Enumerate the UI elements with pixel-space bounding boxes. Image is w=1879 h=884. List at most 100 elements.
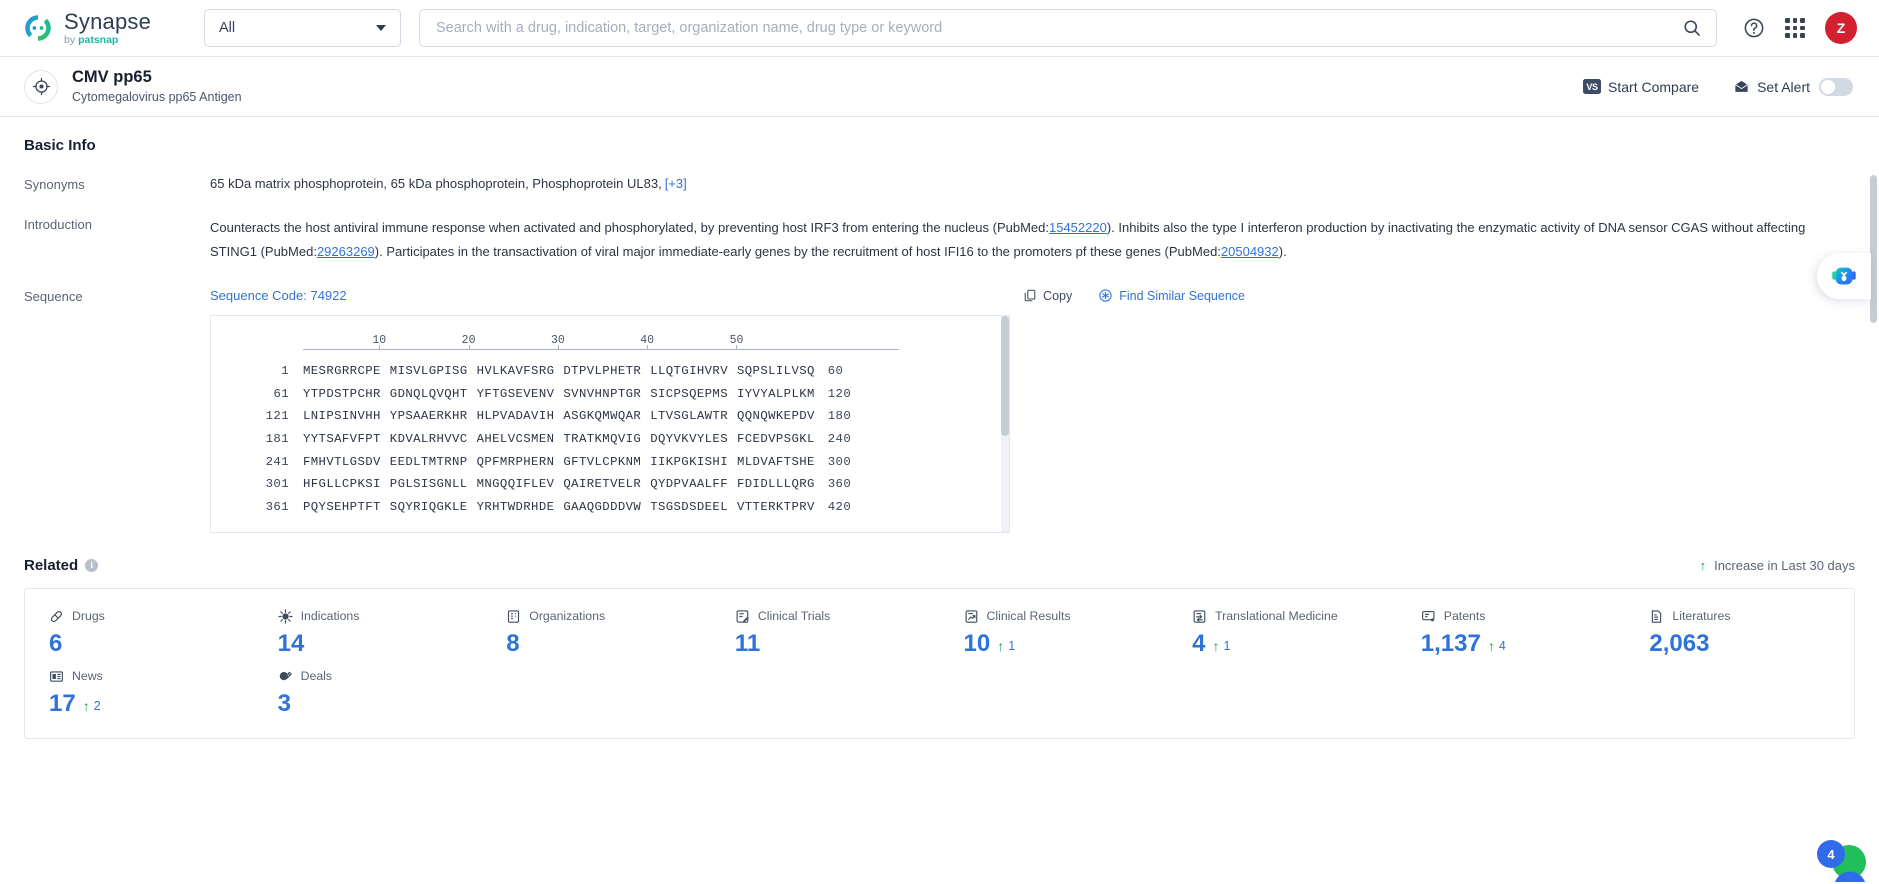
entity-title-group: CMV pp65 Cytomegalovirus pp65 Antigen: [72, 67, 242, 105]
sequence-row-blocks: HFGLLCPKSI PGLSISGNLL MNGQQIFLEV QAIRETVELR…: [303, 477, 815, 491]
sequence-block: MESRGRRCPE: [303, 364, 381, 379]
sequence-viewer[interactable]: 10 20 30 40 50 1 MESRGRRCPE MISVLGPISG HVLKAVFS…: [210, 315, 1010, 533]
sequence-row-start: 301: [265, 477, 289, 492]
up-arrow-icon: ↑: [1212, 638, 1220, 654]
sequence-ruler: 10 20 30 40 50: [303, 316, 899, 350]
sequence-row: 61 YTPDSTPCHR GDNQLQVQHT YFTGSEVENV SVNVHNPT…: [211, 383, 1009, 406]
related-stat-value: 3: [277, 690, 291, 718]
sequence-row-start: 241: [265, 454, 289, 469]
sequence-block: HLPVADAVIH: [476, 409, 555, 424]
related-stat-literatures[interactable]: Literatures 2,063: [1625, 607, 1854, 657]
sequence-row-end: 420: [827, 499, 852, 514]
synonyms-text: 65 kDa matrix phosphoprotein, 65 kDa pho…: [210, 176, 662, 191]
apps-grid-icon[interactable]: [1785, 18, 1805, 38]
set-alert-control[interactable]: Set Alert: [1733, 77, 1853, 96]
introduction-text-fragment: Counteracts the host antiviral immune re…: [210, 220, 1049, 235]
user-avatar[interactable]: Z: [1825, 12, 1857, 44]
basic-info-heading: Basic Info: [24, 137, 96, 154]
sequence-block: PQYSEHPTFT: [303, 499, 381, 514]
brand-logo[interactable]: Synapse by patsnap: [22, 10, 182, 46]
sequence-block: YFTGSEVENV: [476, 386, 555, 401]
sequence-block: TSGSDSDEEL: [650, 499, 728, 514]
related-stat-value-group: 17 ↑ 2: [49, 690, 254, 717]
related-stat-organizations[interactable]: Organizations 8: [482, 607, 711, 657]
sequence-block: FMHVTLGSDV: [303, 454, 381, 469]
sequence-ruler-tick: 40: [640, 334, 655, 347]
up-arrow-icon: ↑: [1487, 638, 1495, 654]
related-stat-indications[interactable]: Indications 14: [254, 607, 483, 657]
set-alert-toggle[interactable]: [1819, 77, 1853, 96]
sequence-row-blocks: YTPDSTPCHR GDNQLQVQHT YFTGSEVENV SVNVHNPTGR…: [303, 387, 815, 401]
pubmed-link[interactable]: 15452220: [1049, 220, 1107, 235]
sequence-block: MNGQQIFLEV: [476, 477, 555, 492]
crosshair-icon: [32, 77, 50, 96]
global-search-box[interactable]: [419, 9, 1717, 47]
sequence-row-blocks: YYTSAFVFPT KDVALRHVVC AHELVCSMEN TRATKMQVIG…: [303, 432, 815, 446]
related-stat-translational-medicine[interactable]: Translational Medicine 4 ↑ 1: [1168, 607, 1397, 657]
search-input[interactable]: [434, 19, 1682, 37]
sequence-block: LTVSGLAWTR: [650, 409, 728, 424]
pubmed-link[interactable]: 20504932: [1221, 244, 1279, 259]
related-stat-header: Literatures: [1649, 607, 1854, 625]
sequence-row-blocks: FMHVTLGSDV EEDLTMTRNP QPFMRPHERN GFTVLCPKNM…: [303, 455, 815, 469]
sequence-block: PGLSISGNLL: [389, 477, 468, 492]
help-icon[interactable]: [1743, 17, 1765, 39]
sequence-row-end: 240: [827, 432, 852, 447]
sequence-ruler-tick: 50: [729, 334, 744, 347]
find-similar-sequence-button[interactable]: Find Similar Sequence: [1098, 288, 1245, 303]
sequence-block: FDIDLLLQRG: [736, 477, 815, 492]
pubmed-link[interactable]: 29263269: [317, 244, 375, 259]
sequence-header: Sequence Code: 74922 Copy Find Similar S…: [210, 288, 1245, 303]
find-similar-label: Find Similar Sequence: [1119, 288, 1245, 303]
related-stat-label: Literatures: [1672, 609, 1731, 623]
sequence-scrollbar[interactable]: [1001, 316, 1009, 532]
target-entity-icon: [24, 69, 58, 104]
start-compare-button[interactable]: VS Start Compare: [1583, 79, 1699, 95]
sequence-block: AHELVCSMEN: [476, 432, 555, 447]
page-content: Basic Info Synonyms 65 kDa matrix phosph…: [0, 117, 1879, 884]
related-stat-header: Translational Medicine: [1192, 607, 1397, 625]
search-icon[interactable]: [1682, 18, 1702, 38]
related-stat-header: News: [49, 667, 254, 685]
ai-assistant-launcher[interactable]: [1817, 253, 1871, 299]
sequence-row: 241 FMHVTLGSDV EEDLTMTRNP QPFMRPHERN GFTVLCP…: [211, 450, 1009, 473]
sequence-row-start: 1: [281, 364, 289, 379]
entity-subtitle: Cytomegalovirus pp65 Antigen: [72, 90, 242, 104]
sequence-rows: 1 MESRGRRCPE MISVLGPISG HVLKAVFSRG DTPVLPHET…: [211, 360, 1009, 518]
sequence-block: QQNQWKEPDV: [736, 409, 815, 424]
sequence-block: YYTSAFVFPT: [303, 432, 381, 447]
related-stats-card: Drugs 6 Indications 14 Organizations 8 Clinica…: [24, 588, 1855, 739]
sequence-block: LLQTGIHVRV: [650, 364, 728, 379]
sequence-block: IYVYALPLKM: [736, 386, 815, 401]
sequence-code-link[interactable]: Sequence Code: 74922: [210, 288, 347, 303]
related-stat-clinical-results[interactable]: Clinical Results 10 ↑ 1: [940, 607, 1169, 657]
related-stat-label: Organizations: [529, 609, 606, 623]
related-stat-value-group: 14: [278, 630, 483, 657]
clinical-trial-icon: [735, 609, 750, 624]
synonyms-more-link[interactable]: [+3]: [665, 176, 687, 191]
related-stat-label: Patents: [1443, 609, 1486, 623]
page-scrollbar[interactable]: [1870, 175, 1877, 884]
deals-icon: [278, 669, 293, 684]
related-stat-value-group: 4 ↑ 1: [1192, 630, 1397, 657]
related-stat-header: Indications: [278, 607, 483, 625]
search-scope-select[interactable]: All: [204, 9, 401, 47]
info-icon[interactable]: i: [85, 559, 99, 572]
copy-sequence-button[interactable]: Copy: [1023, 288, 1072, 303]
related-stat-delta: ↑ 1: [1212, 639, 1230, 653]
related-stat-value: 11: [734, 630, 761, 657]
pill-icon: [49, 609, 64, 624]
related-stat-patents[interactable]: Patents 1,137 ↑ 4: [1397, 607, 1626, 657]
related-stat-clinical-trials[interactable]: Clinical Trials 11: [711, 607, 940, 657]
sequence-block: YPSAAERKHR: [389, 409, 468, 424]
sequence-block: MISVLGPISG: [389, 364, 468, 379]
related-stat-deals[interactable]: Deals 3: [254, 667, 483, 717]
related-stats-grid: Drugs 6 Indications 14 Organizations 8 Clinica…: [25, 607, 1854, 718]
sequence-ruler-tick: 30: [550, 334, 565, 347]
notification-count-badge[interactable]: 4: [1817, 840, 1845, 868]
related-stat-news[interactable]: News 17 ↑ 2: [25, 667, 254, 717]
sequence-block: GDNQLQVQHT: [389, 386, 468, 401]
sequence-actions: Copy Find Similar Sequence: [1023, 288, 1245, 303]
introduction-value: Counteracts the host antiviral immune re…: [210, 216, 1848, 264]
related-stat-drugs[interactable]: Drugs 6: [25, 607, 254, 657]
